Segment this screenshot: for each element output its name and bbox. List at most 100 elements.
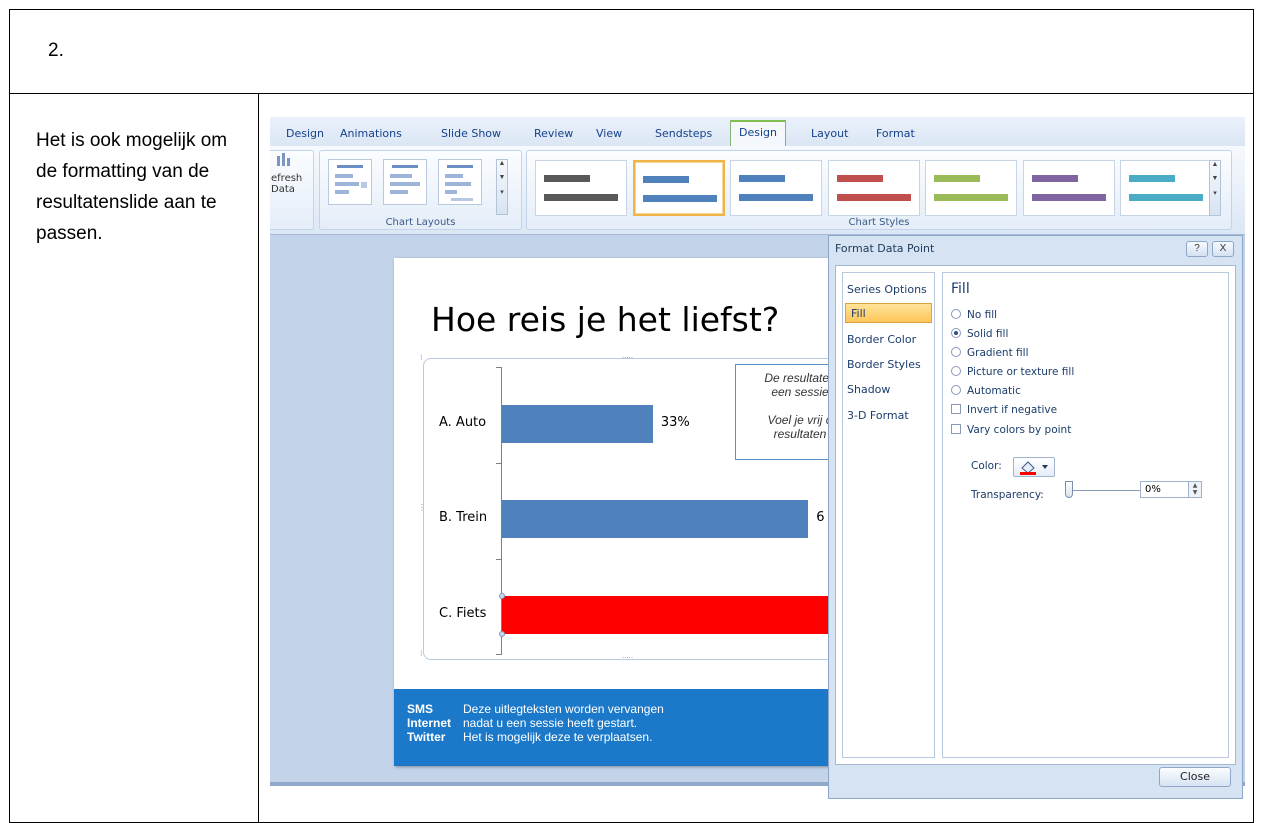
radio-picture-fill[interactable]: Picture or texture fill [951,366,1074,378]
data-label: 33% [660,415,690,430]
dialog-nav: Series Options Fill Border Color Border … [842,272,935,758]
radio-no-fill[interactable]: No fill [951,309,997,321]
style-bar [1031,194,1106,201]
format-data-point-dialog: Format Data Point ? X Series Options Fil… [828,235,1243,799]
nav-shadow[interactable]: Shadow [847,383,890,396]
selection-handle[interactable] [499,631,505,637]
footer-key: Internet [407,716,452,730]
chart-top-handle[interactable]: ..... [622,351,633,360]
ribbon-tab-bar: Design Animations Slide Show Review View… [270,117,1245,147]
radio-gradient-fill[interactable]: Gradient fill [951,347,1029,359]
footer-row-internet: Internet nadat u een sessie heeft gestart… [407,716,637,730]
chart-style-4[interactable] [827,160,920,216]
axis-tick [496,367,501,368]
tab-view[interactable]: View [596,127,622,140]
bar-3[interactable] [502,596,864,634]
dialog-close-x-button[interactable]: X [1212,241,1234,257]
powerpoint-screenshot: Design Animations Slide Show Review View… [270,117,1245,822]
chart-style-6[interactable] [1022,160,1115,216]
footer-row-sms: SMS Deze uitlegteksten worden vervangen [407,702,664,716]
chart-style-5[interactable] [925,160,1017,216]
chart-style-3[interactable] [730,160,822,216]
checkbox-vary-colors[interactable]: Vary colors by point [951,424,1071,436]
style-bar [836,175,883,182]
tab-slide-show[interactable]: Slide Show [441,127,501,140]
checkbox-invert-if-negative[interactable]: Invert if negative [951,404,1057,416]
chart-style-7[interactable] [1120,160,1212,216]
nav-border-color[interactable]: Border Color [847,333,916,346]
radio-selected-icon [951,328,961,338]
nav-series-options[interactable]: Series Options [847,283,927,296]
radio-label: Picture or texture fill [967,366,1075,378]
chart-style-1[interactable] [535,160,627,216]
tab-review[interactable]: Review [534,127,573,140]
bar-2[interactable] [502,500,809,538]
radio-label: Gradient fill [967,347,1029,359]
style-bar [739,194,813,201]
nav-fill[interactable]: Fill [851,307,866,320]
bar-1[interactable] [502,405,653,443]
color-label: Color: [971,460,1002,472]
ribbon: efresh Data ▲ ▼ ▾ Chart Layouts ▲ ▼ ▾ Ch… [270,146,1245,235]
radio-solid-fill[interactable]: Solid fill [951,328,1008,340]
style-bar [544,194,618,201]
slide-title[interactable]: Hoe reis je het liefst? [431,300,779,339]
checkbox-icon [951,404,961,414]
footer-text: Het is mogelijk deze te verplaatsen. [463,730,653,744]
chart-left-handle[interactable]: ⋮ [418,503,426,512]
chart-corner-handle[interactable]: ⁝ [420,353,423,362]
fill-color-button[interactable] [1013,457,1055,477]
tab-format[interactable]: Format [876,127,915,140]
refresh-data-button[interactable]: efresh Data [271,173,302,195]
chart-corner-handle[interactable]: ⁝ [420,649,423,658]
axis-tick [496,559,501,560]
slide[interactable]: Hoe reis je het liefst? ⁝ ..... ..... ⋮ … [394,258,865,766]
chart-layout-1[interactable] [328,159,372,205]
transparency-slider-thumb[interactable] [1065,481,1073,498]
radio-icon [951,309,961,319]
category-label: A. Auto [439,415,487,430]
transparency-value: 0% [1145,484,1161,495]
chart-layouts-group: ▲ ▼ ▾ Chart Layouts [319,150,522,230]
fill-heading: Fill [951,281,970,297]
radio-icon [951,347,961,357]
help-button[interactable]: ? [1186,241,1208,257]
radio-label: No fill [967,309,998,321]
chart-layouts-label: Chart Layouts [385,217,456,228]
chart-styles-scroll[interactable]: ▲ ▼ ▾ [1209,160,1221,216]
chart-styles-group: ▲ ▼ ▾ Chart Styles [526,150,1232,230]
radio-label: Automatic [967,385,1021,397]
transparency-label: Transparency: [971,489,1044,501]
tab-animations[interactable]: Animations [340,127,402,140]
chart-bottom-handle[interactable]: ..... [622,651,633,660]
chart-style-2[interactable] [632,160,725,216]
radio-icon [951,366,961,376]
transparency-spinner[interactable]: 0% ▲ ▼ [1140,481,1202,498]
chart-layout-3[interactable] [438,159,482,205]
paint-bucket-icon [1020,461,1048,475]
spinner-arrows-icon[interactable]: ▲ ▼ [1188,482,1201,497]
category-label: B. Trein [439,510,488,525]
step-number: 2. [48,40,64,61]
footer-text: nadat u een sessie heeft gestart. [463,716,638,730]
dialog-close-button[interactable]: Close [1159,767,1231,787]
chart-layouts-scroll[interactable]: ▲ ▼ ▾ [496,159,508,215]
tab-sendsteps[interactable]: Sendsteps [655,127,712,140]
axis-tick [496,654,501,655]
selection-handle[interactable] [499,593,505,599]
radio-automatic[interactable]: Automatic [951,385,1021,397]
checkbox-label: Invert if negative [967,404,1058,416]
dialog-title: Format Data Point [835,242,935,255]
slide-footer: SMS Deze uitlegteksten worden vervangen I… [394,689,864,766]
style-bar [1031,175,1078,182]
footer-key: SMS [407,702,434,716]
dialog-body: Series Options Fill Border Color Border … [835,265,1236,765]
fill-panel: Fill No fill Solid fill Gradient fill Pi… [942,272,1229,758]
nav-3d-format[interactable]: 3-D Format [847,409,909,422]
chart-layout-2[interactable] [383,159,427,205]
refresh-data-icon [277,153,290,166]
tab-design[interactable]: Design [286,127,324,140]
tab-layout[interactable]: Layout [811,127,848,140]
nav-border-styles[interactable]: Border Styles [847,358,921,371]
tab-chart-design[interactable]: Design [730,120,786,146]
